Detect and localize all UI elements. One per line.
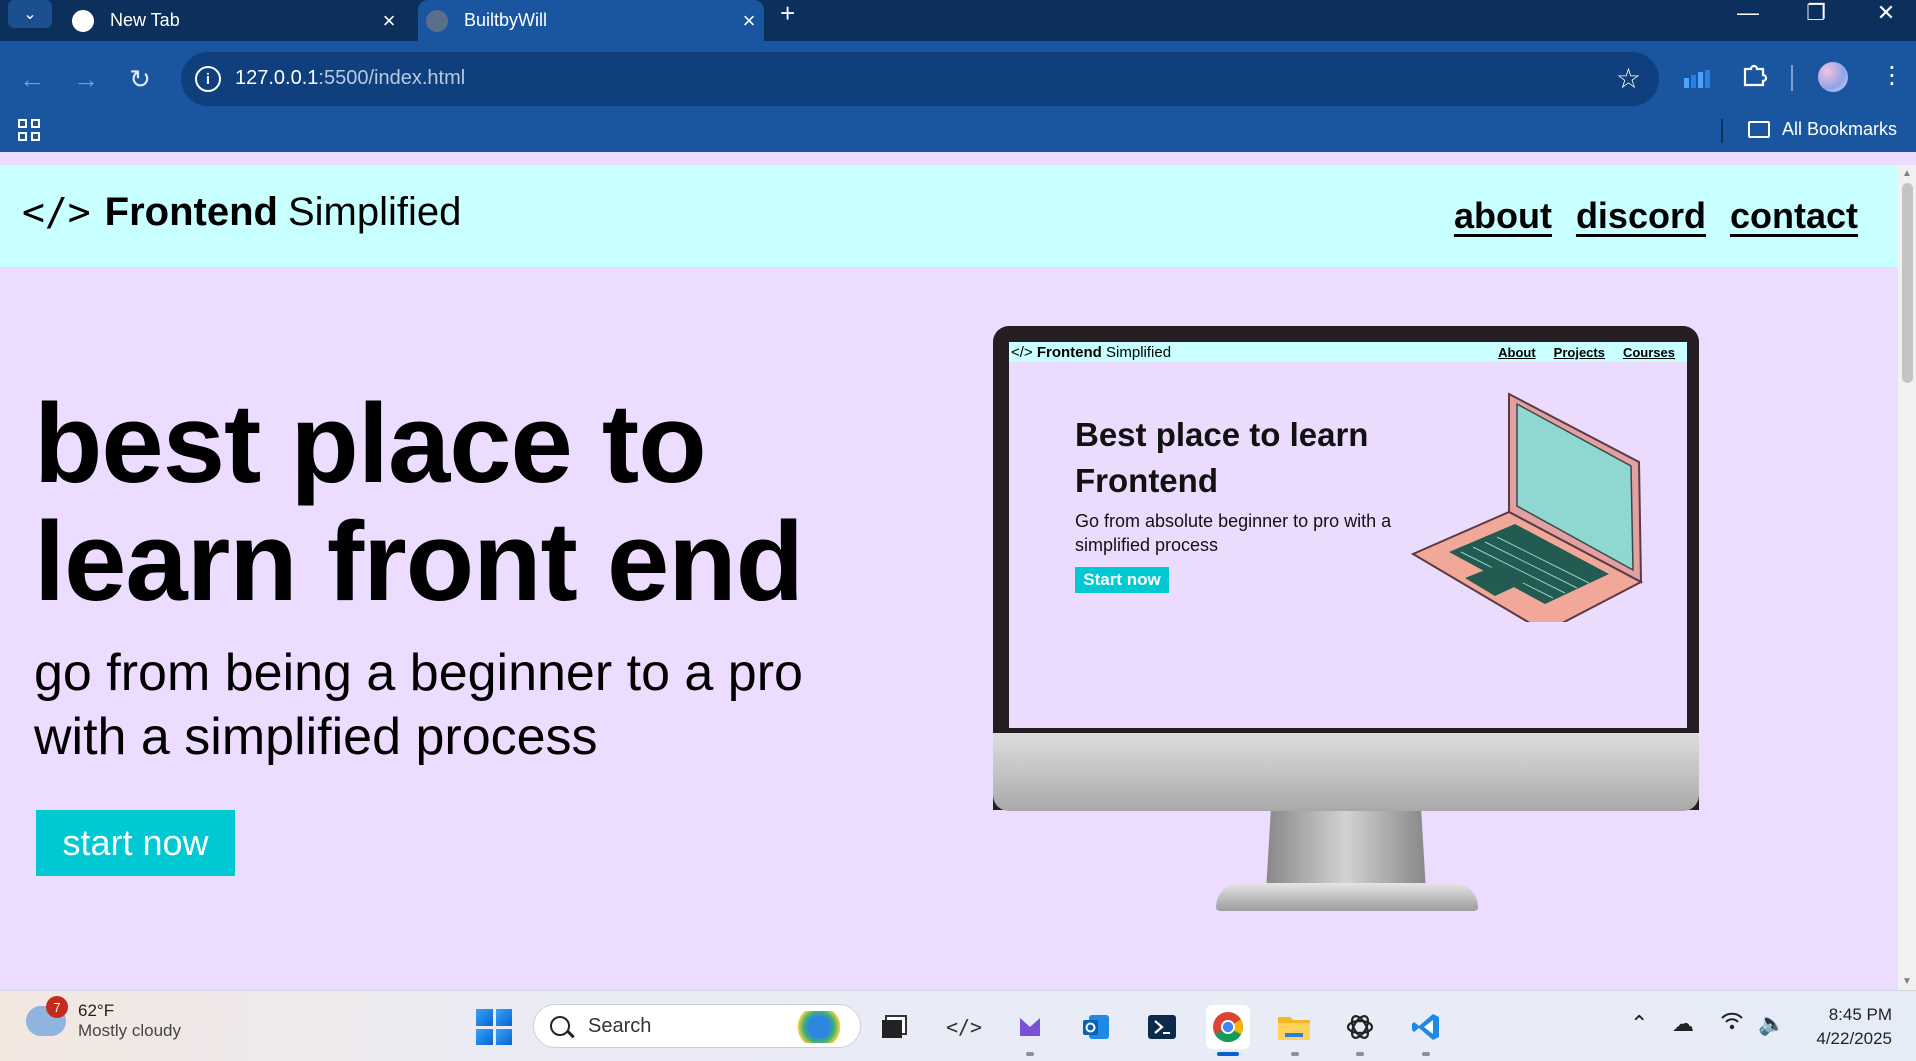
- app-purple-icon[interactable]: [1008, 1005, 1052, 1049]
- chrome-taskbar-icon[interactable]: [1206, 1005, 1250, 1049]
- toolbar-divider: [1791, 65, 1793, 91]
- windows-start-icon[interactable]: [476, 1009, 512, 1045]
- scrollbar-thumb[interactable]: [1902, 183, 1913, 383]
- hero-title: best place to learn front end: [34, 381, 804, 624]
- tab-search-button[interactable]: ⌄: [8, 0, 52, 28]
- performance-icon[interactable]: [1684, 67, 1712, 95]
- close-window-icon[interactable]: ✕: [1858, 0, 1914, 26]
- app-running-indicator: [1422, 1052, 1430, 1056]
- file-explorer-icon[interactable]: [1272, 1005, 1316, 1049]
- url-path: :5500/index.html: [318, 67, 466, 89]
- nav-link-discord[interactable]: discord: [1576, 195, 1706, 237]
- app-running-indicator: [1291, 1052, 1299, 1056]
- outlook-icon[interactable]: [1074, 1005, 1118, 1049]
- browser-tab-strip: ⌄ New Tab × BuiltbyWill × + — ❐ ✕: [0, 0, 1916, 41]
- logo-light-text: Simplified: [287, 190, 462, 234]
- site-nav: about discord contact: [1454, 195, 1858, 237]
- volume-icon[interactable]: 🔈: [1758, 1011, 1785, 1037]
- task-view-icon[interactable]: [872, 1005, 916, 1049]
- vscode-icon[interactable]: [1404, 1005, 1448, 1049]
- apps-grid-icon[interactable]: [18, 119, 42, 143]
- weather-temperature: 62°F: [78, 1001, 115, 1020]
- clock-time: 8:45 PM: [1828, 1005, 1892, 1024]
- site-info-icon[interactable]: i: [195, 66, 221, 92]
- close-tab-icon[interactable]: ×: [374, 8, 404, 34]
- more-menu-icon[interactable]: ⋮: [1880, 61, 1904, 90]
- dev-tool-icon[interactable]: </>: [942, 1005, 986, 1049]
- hero-subtitle: go from being a beginner to a pro with a…: [34, 644, 803, 766]
- partly-cloudy-icon: 7: [26, 996, 68, 1036]
- terminal-icon[interactable]: [1140, 1005, 1184, 1049]
- tab-builtbywill[interactable]: BuiltbyWill ×: [418, 0, 764, 41]
- new-tab-plus-icon[interactable]: +: [780, 0, 795, 28]
- code-brackets-icon: </>: [22, 190, 91, 234]
- web-page: </> Frontend Simplified about discord co…: [0, 165, 1898, 990]
- forward-arrow-icon[interactable]: →: [68, 61, 104, 97]
- site-header: </> Frontend Simplified about discord co…: [0, 165, 1898, 267]
- weather-widget[interactable]: 7 62°F Mostly cloudy: [26, 996, 181, 1041]
- all-bookmarks-button[interactable]: All Bookmarks: [1748, 119, 1897, 140]
- system-clock[interactable]: 8:45 PM 4/22/2025: [1800, 1003, 1892, 1051]
- scroll-down-arrow-icon[interactable]: ▼: [1900, 976, 1914, 988]
- onedrive-cloud-icon[interactable]: ☁: [1672, 1011, 1694, 1037]
- address-bar[interactable]: i 127.0.0.1:5500/index.html ☆: [181, 52, 1659, 106]
- globe-icon: [426, 9, 448, 32]
- tab-title: BuiltbyWill: [464, 10, 548, 30]
- nav-link-about[interactable]: about: [1454, 195, 1552, 237]
- site-logo[interactable]: </> Frontend Simplified: [22, 190, 461, 235]
- close-tab-icon[interactable]: ×: [734, 8, 764, 34]
- search-icon: [550, 1016, 570, 1036]
- folder-icon: [1748, 121, 1770, 138]
- minimize-icon[interactable]: —: [1720, 0, 1776, 26]
- url-text[interactable]: 127.0.0.1:5500/index.html: [235, 67, 465, 90]
- restore-icon[interactable]: ❐: [1788, 0, 1844, 26]
- start-now-button[interactable]: start now: [36, 810, 235, 876]
- weather-badge: 7: [46, 996, 68, 1018]
- url-host: 127.0.0.1: [235, 67, 319, 89]
- bookmarks-divider: [1721, 119, 1723, 143]
- scroll-up-arrow-icon[interactable]: ▲: [1900, 168, 1914, 180]
- chatgpt-icon[interactable]: [1338, 1005, 1382, 1049]
- weather-condition: Mostly cloudy: [78, 1021, 181, 1040]
- search-highlight-icon: [788, 1011, 850, 1043]
- app-running-indicator: [1026, 1052, 1034, 1056]
- search-placeholder: Search: [588, 1014, 652, 1037]
- active-app-indicator: [1217, 1052, 1239, 1056]
- windows-taskbar: 7 62°F Mostly cloudy Search </> ⌃ ☁ 🔈 8:…: [0, 990, 1916, 1061]
- tab-new-tab[interactable]: New Tab ×: [64, 0, 404, 41]
- wifi-icon[interactable]: [1720, 1011, 1744, 1037]
- bookmark-star-icon[interactable]: ☆: [1616, 62, 1641, 95]
- all-bookmarks-label: All Bookmarks: [1782, 119, 1898, 139]
- clock-date: 4/22/2025: [1816, 1029, 1892, 1048]
- nav-link-contact[interactable]: contact: [1730, 195, 1858, 237]
- chrome-icon: [72, 9, 94, 32]
- reload-icon[interactable]: ↻: [122, 61, 158, 97]
- taskbar-search[interactable]: Search: [533, 1004, 861, 1048]
- app-running-indicator: [1356, 1052, 1364, 1056]
- extensions-puzzle-icon[interactable]: [1741, 61, 1768, 94]
- back-arrow-icon[interactable]: ←: [14, 61, 50, 97]
- logo-bold-text: Frontend: [104, 190, 278, 234]
- show-hidden-icons-chevron-icon[interactable]: ⌃: [1630, 1011, 1648, 1037]
- browser-toolbar: ← → ↻ i 127.0.0.1:5500/index.html ☆ ⋮ Al…: [0, 41, 1916, 152]
- chevron-down-icon: ⌄: [23, 6, 37, 23]
- tab-title: New Tab: [110, 10, 180, 30]
- profile-avatar[interactable]: [1818, 62, 1848, 92]
